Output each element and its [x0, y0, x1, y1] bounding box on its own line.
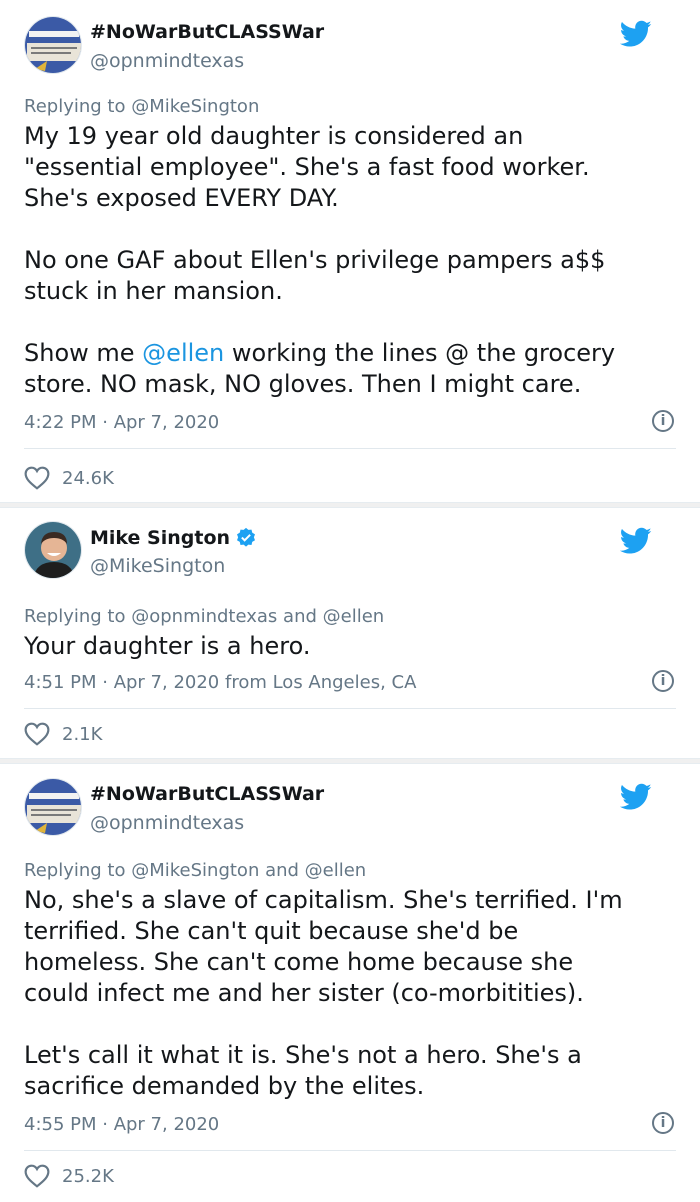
- tweet-line: could infect me and her sister (co-morbi…: [24, 979, 584, 1007]
- display-name[interactable]: Mike Sington: [90, 527, 230, 549]
- like-row: 2.1K: [24, 709, 676, 759]
- replying-prefix: Replying to: [24, 96, 126, 117]
- tweet-line: store. NO mask, NO gloves. Then I might …: [24, 370, 582, 398]
- replying-mention[interactable]: @MikeSington and @ellen: [131, 860, 366, 881]
- replying-prefix: Replying to: [24, 860, 126, 881]
- replying-to: Replying to @MikeSington and @ellen: [24, 860, 676, 881]
- tweet-meta: 4:55 PM · Apr 7, 2020 i: [24, 1112, 676, 1140]
- info-icon[interactable]: i: [652, 1112, 674, 1134]
- tweet-line-part: Show me: [24, 339, 135, 367]
- replying-mention[interactable]: @MikeSington: [131, 96, 259, 117]
- avatar[interactable]: [24, 778, 82, 836]
- tweet-header: #NoWarButCLASSWar @opnmindtexas: [24, 764, 676, 836]
- tweet-line: "essential employee". She's a fast food …: [24, 153, 590, 181]
- tweet: #NoWarButCLASSWar @opnmindtexas Replying…: [0, 0, 700, 502]
- like-count[interactable]: 24.6K: [62, 468, 114, 489]
- tweet-line: No, she's a slave of capitalism. She's t…: [24, 886, 623, 914]
- verified-badge-icon: [237, 527, 256, 547]
- heart-icon[interactable]: [24, 722, 50, 746]
- name-row: #NoWarButCLASSWar: [90, 21, 324, 43]
- replying-to: Replying to @MikeSington: [24, 96, 676, 117]
- user-handle[interactable]: @MikeSington: [90, 555, 225, 577]
- tweet-text: No, she's a slave of capitalism. She's t…: [24, 885, 676, 1102]
- tweet-meta: 4:51 PM · Apr 7, 2020 from Los Angeles, …: [24, 670, 676, 698]
- timestamp[interactable]: 4:51 PM · Apr 7, 2020 from Los Angeles, …: [24, 672, 416, 693]
- tweet-header: Mike Sington @MikeSington: [24, 508, 676, 579]
- tweet-line-part: working the lines @ the grocery: [231, 339, 616, 367]
- tweet: #NoWarButCLASSWar @opnmindtexas Replying…: [0, 764, 700, 1202]
- mention-link[interactable]: @ellen: [142, 339, 224, 367]
- user-handle[interactable]: @opnmindtexas: [90, 50, 244, 72]
- user-handle[interactable]: @opnmindtexas: [90, 812, 244, 834]
- tweet: Mike Sington @MikeSington Replying to @o…: [0, 508, 700, 758]
- name-row: #NoWarButCLASSWar: [90, 783, 324, 805]
- tweet-line: She's exposed EVERY DAY.: [24, 184, 339, 212]
- info-icon[interactable]: i: [652, 670, 674, 692]
- replying-prefix: Replying to: [24, 606, 126, 627]
- tweet-text: Your daughter is a hero.: [24, 631, 676, 662]
- tweet-line: Let's call it what it is. She's not a he…: [24, 1041, 582, 1069]
- avatar[interactable]: [24, 16, 82, 74]
- profile-photo-avatar-image: [25, 522, 81, 578]
- like-row: 24.6K: [24, 449, 676, 507]
- tweet-header: #NoWarButCLASSWar @opnmindtexas: [24, 0, 676, 74]
- tweet-line: terrified. She can't quit because she'd …: [24, 917, 519, 945]
- like-row: 25.2K: [24, 1151, 676, 1201]
- protest-sign-avatar-image: [25, 17, 81, 73]
- timestamp[interactable]: 4:22 PM · Apr 7, 2020: [24, 412, 219, 433]
- tweet-line: stuck in her mansion.: [24, 277, 283, 305]
- tweet-line: sacrifice demanded by the elites.: [24, 1072, 425, 1100]
- twitter-bird-icon[interactable]: [620, 527, 652, 555]
- tweet-line: No one GAF about Ellen's privilege pampe…: [24, 246, 606, 274]
- display-name[interactable]: #NoWarButCLASSWar: [90, 783, 324, 805]
- info-icon[interactable]: i: [652, 410, 674, 432]
- heart-icon[interactable]: [24, 1164, 50, 1188]
- tweet-line: homeless. She can't come home because sh…: [24, 948, 574, 976]
- timestamp[interactable]: 4:55 PM · Apr 7, 2020: [24, 1114, 219, 1135]
- replying-to: Replying to @opnmindtexas and @ellen: [24, 606, 676, 627]
- twitter-bird-icon[interactable]: [620, 783, 652, 811]
- replying-mention[interactable]: @opnmindtexas and @ellen: [131, 606, 384, 627]
- protest-sign-avatar-image: [25, 779, 81, 835]
- name-row: Mike Sington: [90, 527, 257, 549]
- tweet-meta: 4:22 PM · Apr 7, 2020 i: [24, 410, 676, 438]
- tweet-line: Your daughter is a hero.: [24, 632, 311, 660]
- like-count[interactable]: 25.2K: [62, 1166, 114, 1187]
- heart-icon[interactable]: [24, 466, 50, 490]
- twitter-bird-icon[interactable]: [620, 20, 652, 48]
- avatar[interactable]: [24, 521, 82, 579]
- tweet-line: Show me @ellen working the lines @ the g…: [24, 338, 676, 369]
- tweet-line: My 19 year old daughter is considered an: [24, 122, 524, 150]
- like-count[interactable]: 2.1K: [62, 724, 102, 745]
- display-name[interactable]: #NoWarButCLASSWar: [90, 21, 324, 43]
- tweet-text: My 19 year old daughter is considered an…: [24, 121, 676, 400]
